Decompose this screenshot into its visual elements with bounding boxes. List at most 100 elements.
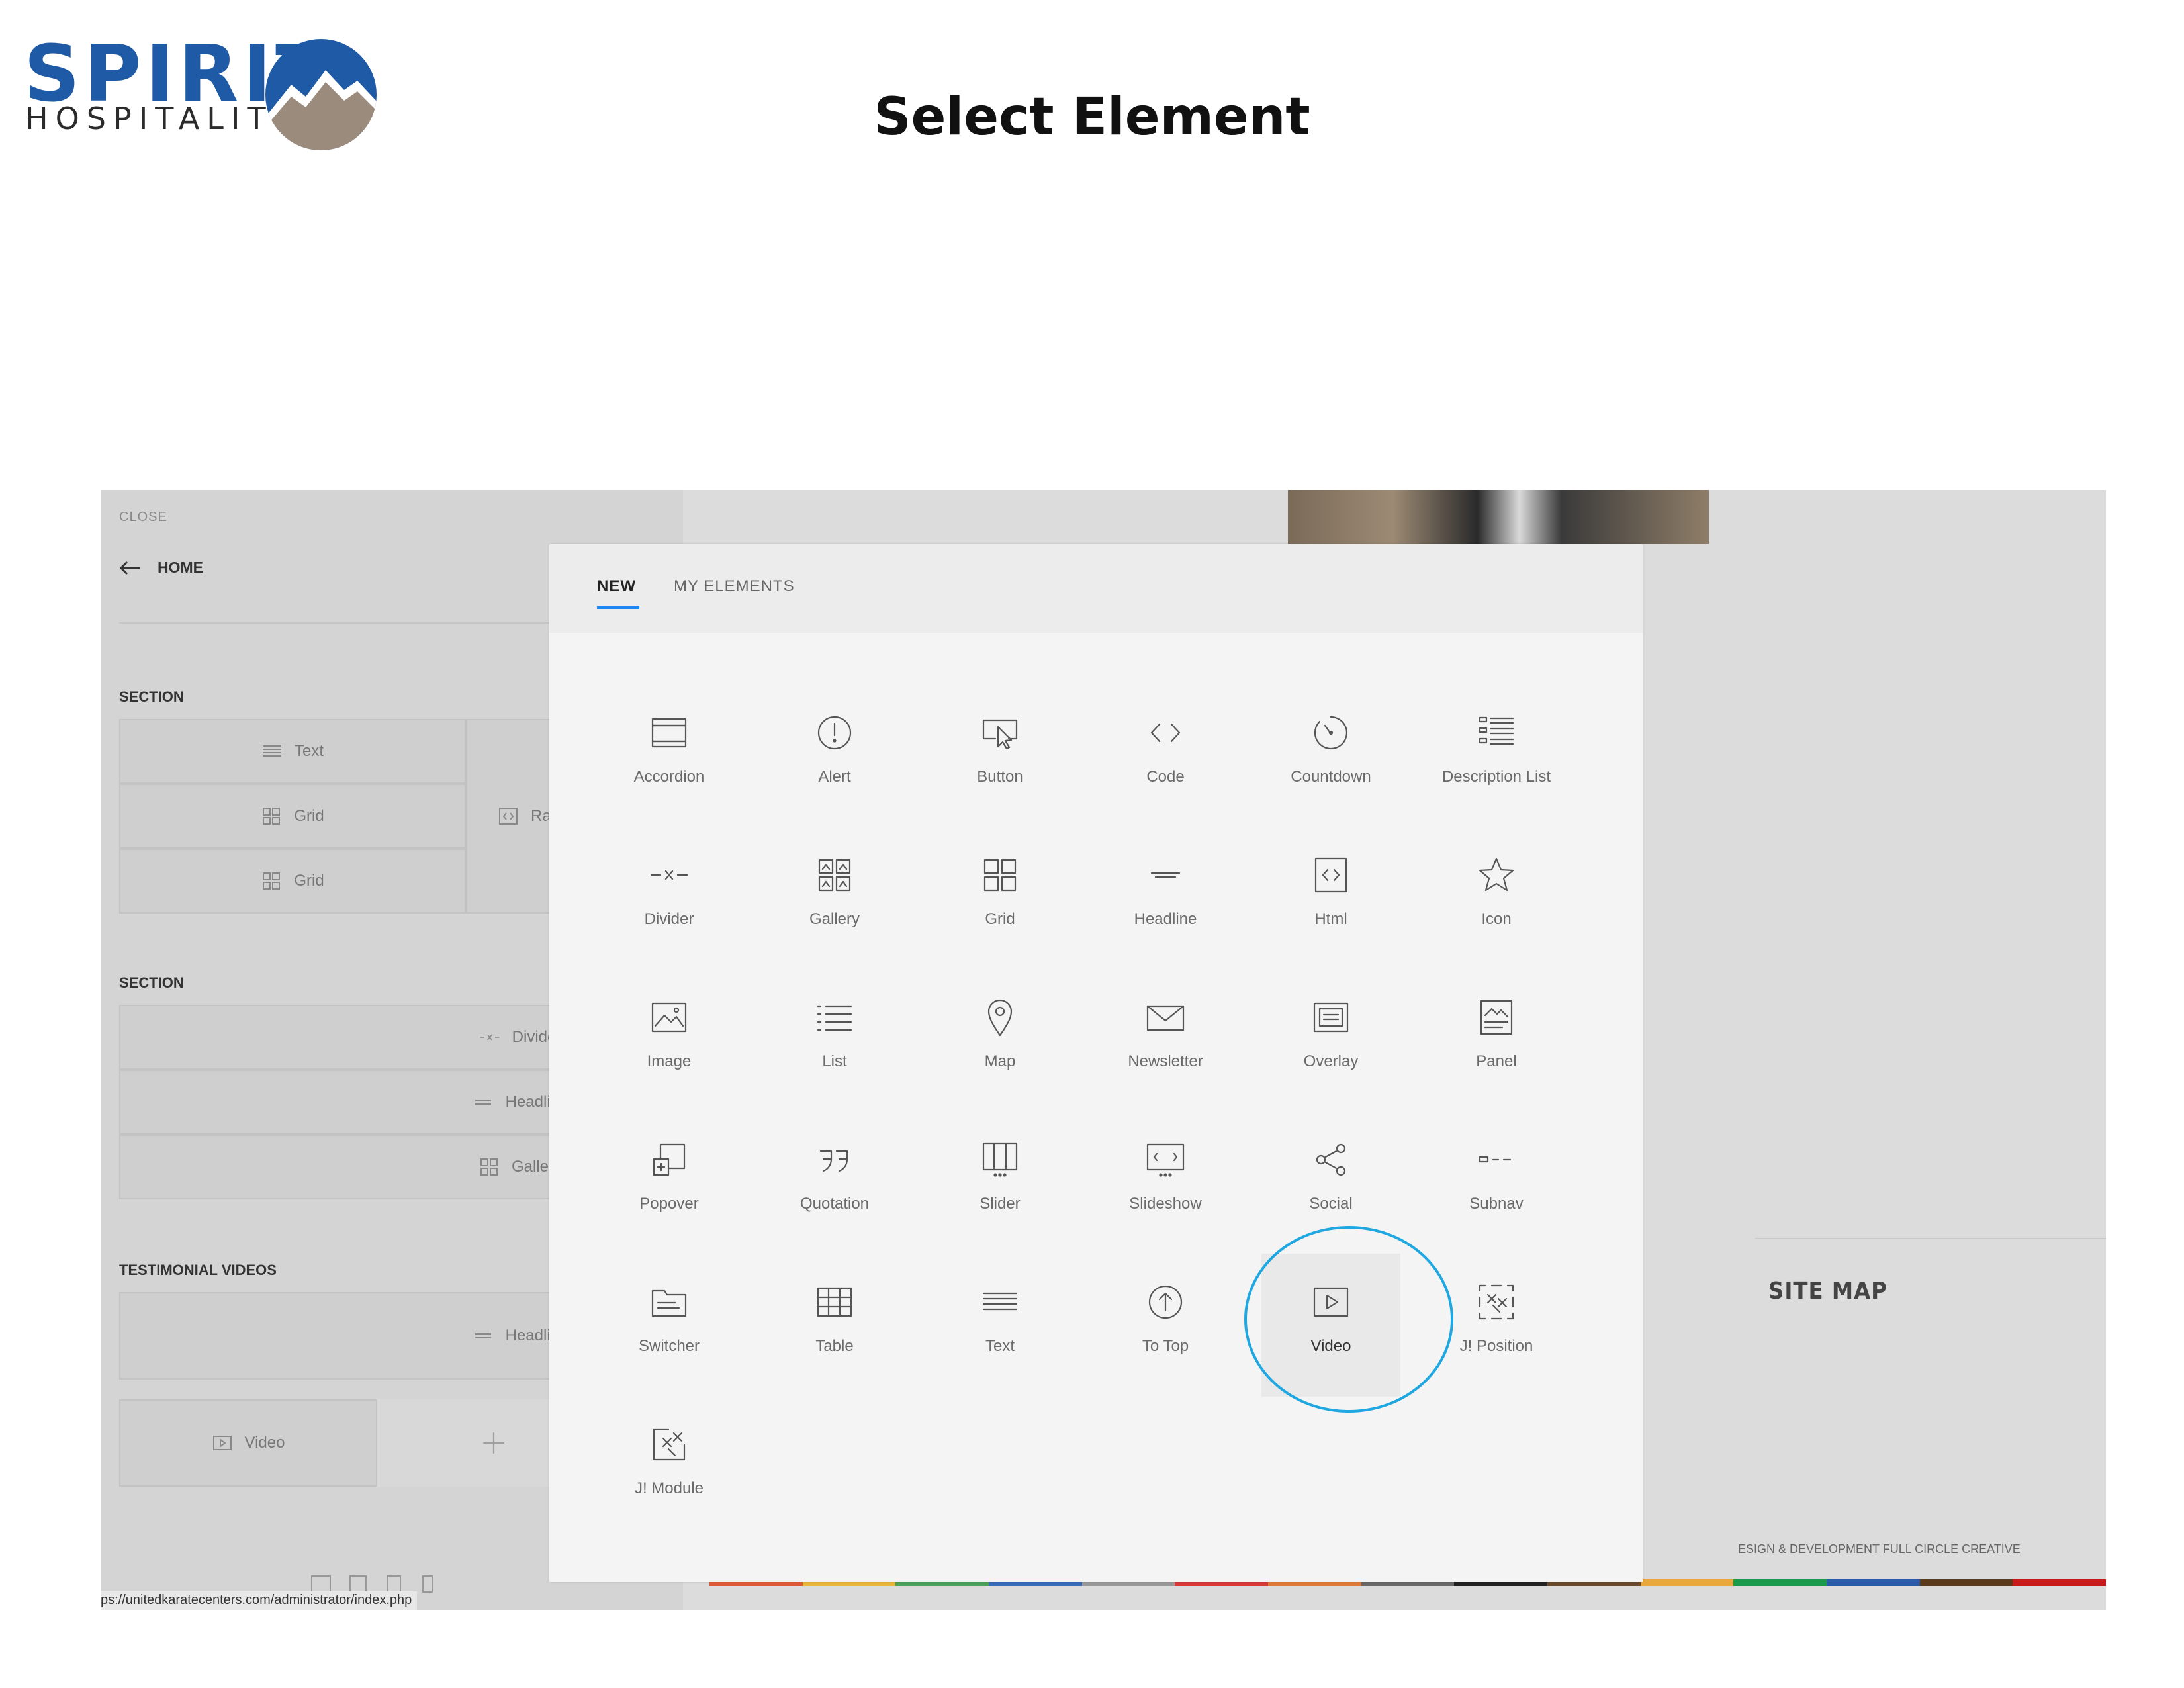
element-label: Description List — [1441, 768, 1551, 786]
code-icon — [1150, 723, 1181, 743]
section-title: SECTION — [119, 974, 184, 991]
element-label: Gallery — [809, 910, 860, 928]
html-icon — [499, 808, 518, 825]
credit-link[interactable]: FULL CIRCLE CREATIVE — [1883, 1542, 2021, 1556]
phone-view-icon[interactable] — [422, 1575, 433, 1593]
map-pin-icon — [987, 999, 1013, 1037]
footer-divider — [1755, 1238, 2106, 1239]
element-to-top[interactable]: To Top — [1096, 1260, 1235, 1393]
element-slideshow[interactable]: Slideshow — [1096, 1118, 1235, 1250]
element-label: Overlay — [1303, 1053, 1359, 1070]
section-title: TESTIMONIAL VIDEOS — [119, 1262, 277, 1278]
element-label: Video — [244, 1434, 285, 1452]
element-description-list[interactable]: Description List — [1427, 691, 1566, 823]
button-icon — [982, 719, 1018, 750]
element-icon[interactable]: Icon — [1427, 833, 1566, 966]
active-tab-indicator — [597, 606, 639, 609]
section-element-grid[interactable]: Grid — [119, 784, 466, 849]
element-joomla-module[interactable]: J! Module — [600, 1403, 739, 1535]
grid-icon — [983, 859, 1017, 892]
to-top-icon — [1148, 1285, 1183, 1319]
section-element-grid[interactable]: Grid — [119, 849, 466, 914]
home-link[interactable]: HOME — [119, 559, 203, 577]
section-element-text[interactable]: Text — [119, 719, 466, 784]
element-table[interactable]: Table — [765, 1260, 904, 1393]
image-icon — [651, 1002, 687, 1033]
element-label: J! Module — [634, 1479, 704, 1497]
element-image[interactable]: Image — [600, 976, 739, 1108]
switcher-icon — [651, 1289, 687, 1317]
site-map-heading: SITE MAP — [1768, 1278, 1888, 1305]
tablet-view-icon[interactable] — [387, 1575, 401, 1593]
element-label: Text — [985, 1337, 1015, 1355]
element-label: Grid — [294, 807, 324, 825]
element-label: Slider — [979, 1195, 1021, 1213]
modal-tab-bar: NEW MY ELEMENTS — [549, 544, 1643, 633]
headline-icon — [475, 1333, 491, 1338]
share-icon — [1316, 1143, 1346, 1176]
element-alert[interactable]: Alert — [765, 691, 904, 823]
divider-icon — [650, 870, 688, 880]
description-list-icon — [1479, 716, 1514, 745]
grid-icon — [263, 808, 281, 825]
element-button[interactable]: Button — [931, 691, 1069, 823]
element-label: Ra — [531, 807, 551, 825]
tab-new[interactable]: NEW — [597, 577, 636, 596]
element-text[interactable]: Text — [931, 1260, 1069, 1393]
element-label: Code — [1146, 768, 1185, 786]
element-accordion[interactable]: Accordion — [600, 691, 739, 823]
text-icon — [262, 745, 281, 757]
overlay-icon — [1313, 1002, 1349, 1033]
element-switcher[interactable]: Switcher — [600, 1260, 739, 1393]
element-label: Slideshow — [1129, 1195, 1202, 1213]
section-element-video[interactable]: Video — [119, 1399, 377, 1487]
footer-credit: ESIGN & DEVELOPMENT FULL CIRCLE CREATIVE — [1738, 1542, 2021, 1556]
laptop-view-icon[interactable] — [349, 1575, 367, 1593]
element-countdown[interactable]: Countdown — [1261, 691, 1400, 823]
element-label: Grid — [294, 872, 324, 890]
star-icon — [1479, 857, 1514, 892]
element-label: Social — [1309, 1195, 1353, 1213]
text-icon — [982, 1292, 1018, 1311]
element-divider[interactable]: Divider — [600, 833, 739, 966]
element-headline[interactable]: Headline — [1096, 833, 1235, 966]
element-overlay[interactable]: Overlay — [1261, 976, 1400, 1108]
section-title: SECTION — [119, 688, 184, 705]
element-map[interactable]: Map — [931, 976, 1069, 1108]
html-icon — [1314, 857, 1347, 893]
element-gallery[interactable]: Gallery — [765, 833, 904, 966]
video-icon — [212, 1436, 232, 1450]
gallery-icon — [818, 859, 851, 892]
slideshow-icon — [1146, 1143, 1185, 1177]
divider-icon — [480, 1034, 500, 1041]
element-label: Table — [815, 1337, 854, 1355]
element-label: Divider — [644, 910, 694, 928]
subnav-icon — [1479, 1156, 1512, 1163]
element-subnav[interactable]: Subnav — [1427, 1118, 1566, 1250]
accordion-icon — [651, 718, 687, 748]
element-grid[interactable]: Grid — [931, 833, 1069, 966]
element-code[interactable]: Code — [1096, 691, 1235, 823]
element-popover[interactable]: Popover — [600, 1118, 739, 1250]
element-label: Switcher — [638, 1337, 700, 1355]
element-html[interactable]: Html — [1261, 833, 1400, 966]
status-bar-url: ps://unitedkaratecenters.com/administrat… — [101, 1591, 418, 1610]
element-label: Newsletter — [1128, 1053, 1203, 1070]
countdown-icon — [1314, 716, 1347, 750]
tab-my-elements[interactable]: MY ELEMENTS — [674, 577, 795, 596]
element-slider[interactable]: Slider — [931, 1118, 1069, 1250]
arrow-left-icon — [119, 561, 140, 575]
close-link[interactable]: CLOSE — [119, 510, 167, 525]
desktop-view-icon[interactable] — [311, 1575, 331, 1593]
envelope-icon — [1146, 1005, 1185, 1031]
home-label: HOME — [158, 559, 203, 576]
element-panel[interactable]: Panel — [1427, 976, 1566, 1108]
table-icon — [817, 1287, 852, 1317]
element-newsletter[interactable]: Newsletter — [1096, 976, 1235, 1108]
alert-icon — [817, 716, 852, 750]
element-label: Html — [1314, 910, 1347, 928]
element-list[interactable]: List — [765, 976, 904, 1108]
element-label: J! Position — [1459, 1337, 1533, 1355]
element-label: Map — [984, 1053, 1016, 1070]
element-quotation[interactable]: Quotation — [765, 1118, 904, 1250]
